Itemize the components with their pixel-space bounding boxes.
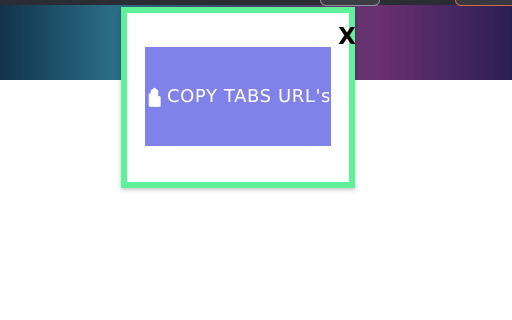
copy-icon — [148, 87, 161, 107]
close-button[interactable]: X — [337, 23, 357, 51]
browser-accent-chip — [455, 0, 512, 6]
extension-popup: X COPY TABS URL's — [121, 7, 357, 188]
copy-button-label: COPY TABS URL's — [166, 85, 331, 107]
browser-top-strip — [0, 0, 512, 5]
browser-control-chip — [320, 0, 380, 6]
copy-tabs-urls-button[interactable]: COPY TABS URL's — [145, 47, 331, 146]
